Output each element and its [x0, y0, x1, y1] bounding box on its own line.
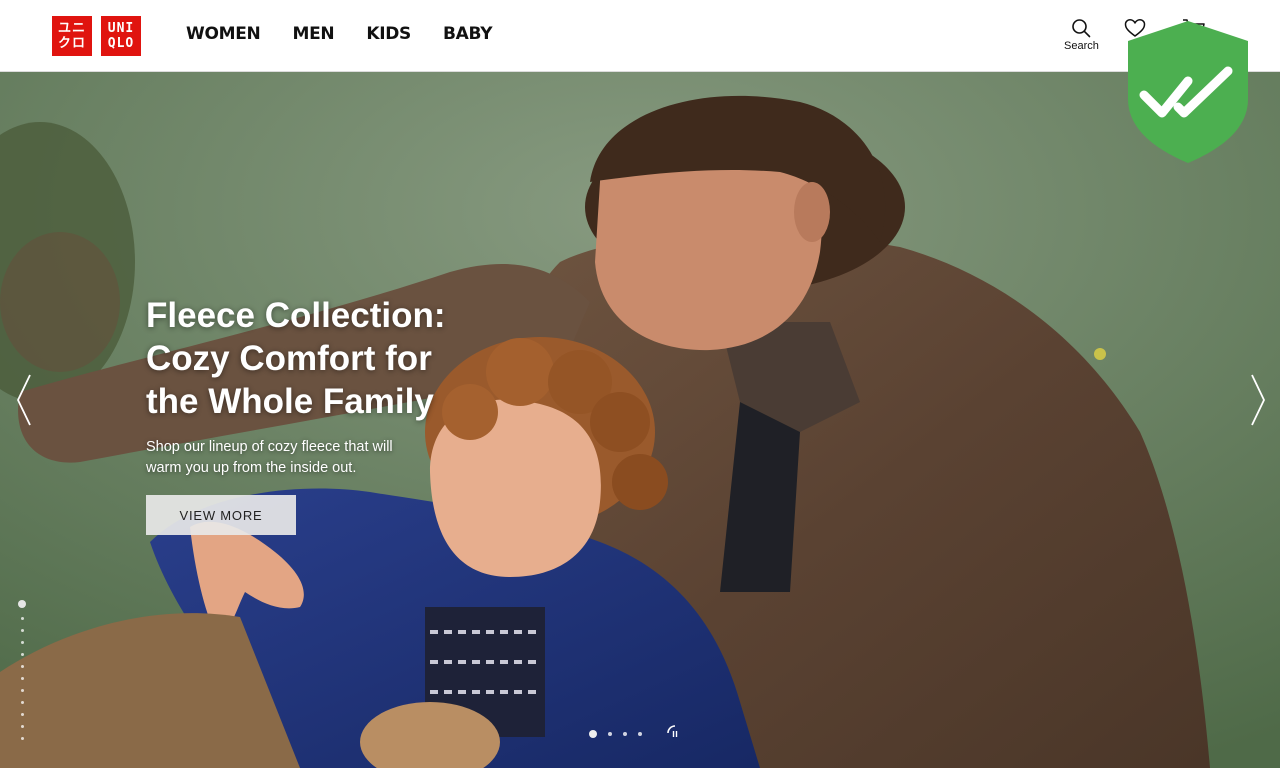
slide-dot[interactable]	[589, 730, 597, 738]
search-label: Search	[1064, 40, 1099, 52]
slide-dot[interactable]	[608, 732, 612, 736]
logo-katakana-block: ユニ クロ	[52, 16, 92, 56]
chevron-left-icon[interactable]	[12, 372, 36, 428]
slide-dot[interactable]	[623, 732, 627, 736]
nav-baby[interactable]: BABY	[443, 24, 493, 44]
view-more-button[interactable]: VIEW MORE	[146, 495, 296, 535]
slide-indicator-dots	[589, 730, 642, 738]
hero-subtitle: Shop our lineup of cozy fleece that will…	[146, 439, 393, 476]
search-button[interactable]: Search	[1064, 18, 1099, 52]
shield-double-check-icon	[1128, 21, 1248, 163]
vertical-dot[interactable]	[20, 665, 24, 668]
logo-line: QLO	[107, 36, 135, 51]
vertical-dot[interactable]	[20, 689, 24, 692]
logo-latin-block: UNI QLO	[101, 16, 141, 56]
vertical-dot[interactable]	[20, 701, 24, 704]
vertical-dot[interactable]	[20, 653, 24, 656]
chevron-right-icon[interactable]	[1246, 372, 1270, 428]
vertical-dot[interactable]	[20, 713, 24, 716]
vertical-dot[interactable]	[18, 600, 26, 608]
vertical-dot[interactable]	[20, 677, 24, 680]
vertical-dot[interactable]	[20, 617, 24, 620]
nav-women[interactable]: WOMEN	[186, 24, 261, 44]
slide-dot[interactable]	[638, 732, 642, 736]
hero-title: Fleece Collection: Cozy Comfort for the …	[146, 296, 446, 421]
hero-copy: Fleece Collection: Cozy Comfort for the …	[146, 294, 476, 479]
uniqlo-logo[interactable]: ユニ クロ UNI QLO	[52, 16, 141, 56]
pause-icon[interactable]	[665, 723, 685, 743]
vertical-dot[interactable]	[20, 629, 24, 632]
nav-men[interactable]: MEN	[292, 24, 334, 44]
vertical-dot[interactable]	[20, 641, 24, 644]
vertical-dot[interactable]	[20, 737, 24, 740]
nav-kids[interactable]: KIDS	[366, 24, 411, 44]
hero-banner[interactable]: Fleece Collection: Cozy Comfort for the …	[0, 72, 1280, 768]
main-nav: WOMEN MEN KIDS BABY	[186, 24, 493, 44]
vertical-dot[interactable]	[20, 725, 24, 728]
logo-line: UNI	[107, 21, 135, 36]
site-header: ユニ クロ UNI QLO WOMEN MEN KIDS BABY Search	[0, 0, 1280, 72]
logo-line: ユニ	[57, 21, 86, 36]
logo-line: クロ	[57, 36, 86, 51]
search-icon	[1072, 19, 1091, 38]
vertical-carousel-dots	[18, 600, 26, 740]
